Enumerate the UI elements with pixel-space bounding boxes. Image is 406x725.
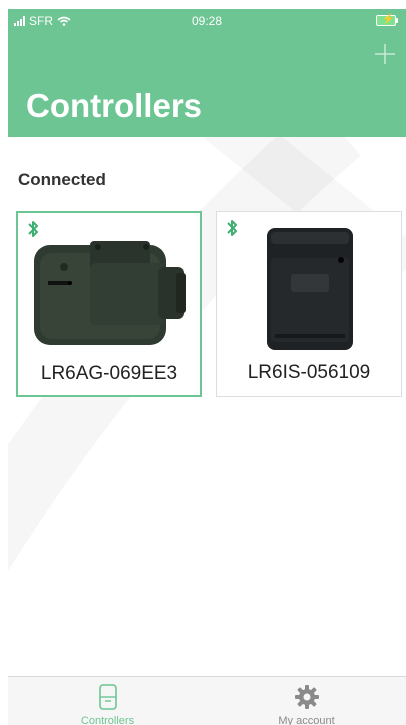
controller-image-lr6is	[267, 228, 353, 350]
tab-controllers-label: Controllers	[80, 715, 135, 725]
app-header: SFR 09:28 ⚡ Controllers	[8, 9, 406, 137]
gear-icon	[294, 685, 319, 709]
section-title: Connected	[18, 170, 106, 189]
status-time: 09:28	[191, 14, 223, 28]
controller-name: LR6AG-069EE3	[40, 363, 178, 384]
page-title: Controllers	[26, 87, 203, 124]
tab-controllers[interactable]: Controllers	[8, 683, 207, 725]
controller-image-lr6ag	[34, 241, 186, 345]
tab-bar: Controllers My account	[8, 676, 406, 725]
tab-my-account-label: My account	[278, 715, 335, 725]
tab-my-account[interactable]: My account	[207, 683, 406, 725]
controller-icon	[98, 684, 117, 710]
status-bar: SFR 09:28 ⚡	[8, 9, 406, 33]
controller-card-lr6ag[interactable]: LR6AG-069EE3	[16, 211, 202, 397]
controller-name: LR6IS-056109	[247, 362, 371, 383]
add-controller-button[interactable]	[374, 43, 396, 65]
app-screen: SFR 09:28 ⚡ Controllers Connected LR6AG-…	[8, 9, 406, 725]
battery-icon: ⚡	[376, 14, 398, 26]
controller-card-lr6is[interactable]: LR6IS-056109	[216, 211, 402, 397]
